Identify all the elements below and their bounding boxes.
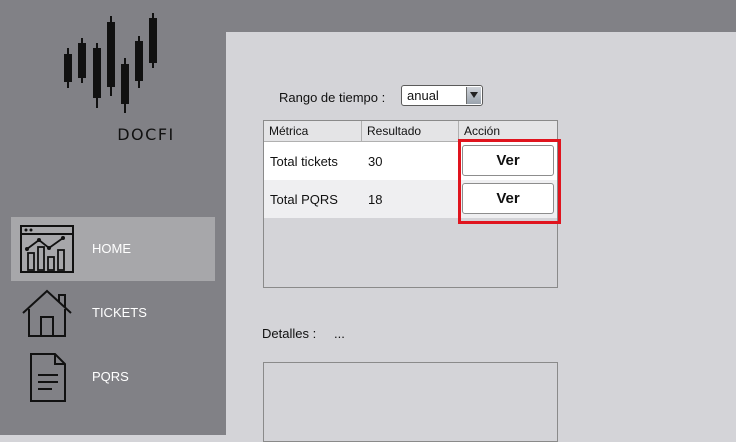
details-panel — [263, 362, 558, 442]
metric-cell: Total PQRS — [270, 192, 338, 207]
column-header-metric[interactable]: Métrica — [264, 121, 362, 142]
document-icon — [19, 351, 75, 403]
sidebar-item-label: PQRS — [92, 369, 129, 384]
sidebar: DOCFI HOME TICKETS PQRS — [0, 0, 226, 435]
result-cell: 18 — [368, 192, 383, 207]
time-range-select[interactable]: anual — [401, 85, 483, 106]
logo-text: DOCFI — [117, 125, 175, 144]
app-logo: DOCFI — [58, 8, 173, 144]
time-range-value: anual — [407, 88, 439, 103]
dashboard-icon — [19, 223, 75, 275]
house-icon — [19, 287, 75, 339]
chevron-down-icon[interactable] — [466, 87, 481, 104]
column-header-result[interactable]: Resultado — [362, 121, 459, 142]
details-value: ... — [334, 326, 345, 341]
sidebar-item-home[interactable]: HOME — [11, 217, 215, 281]
details-label: Detalles : — [262, 326, 317, 341]
sidebar-item-tickets[interactable]: TICKETS — [11, 281, 215, 345]
sidebar-item-label: HOME — [92, 241, 131, 256]
candlestick-logo-icon — [64, 13, 157, 113]
sidebar-item-label: TICKETS — [92, 305, 147, 320]
highlight-box — [458, 139, 561, 224]
top-bar — [226, 0, 736, 32]
metric-cell: Total tickets — [270, 154, 338, 169]
result-cell: 30 — [368, 154, 383, 169]
sidebar-item-pqrs[interactable]: PQRS — [11, 345, 215, 409]
time-range-label: Rango de tiempo : — [279, 90, 386, 105]
